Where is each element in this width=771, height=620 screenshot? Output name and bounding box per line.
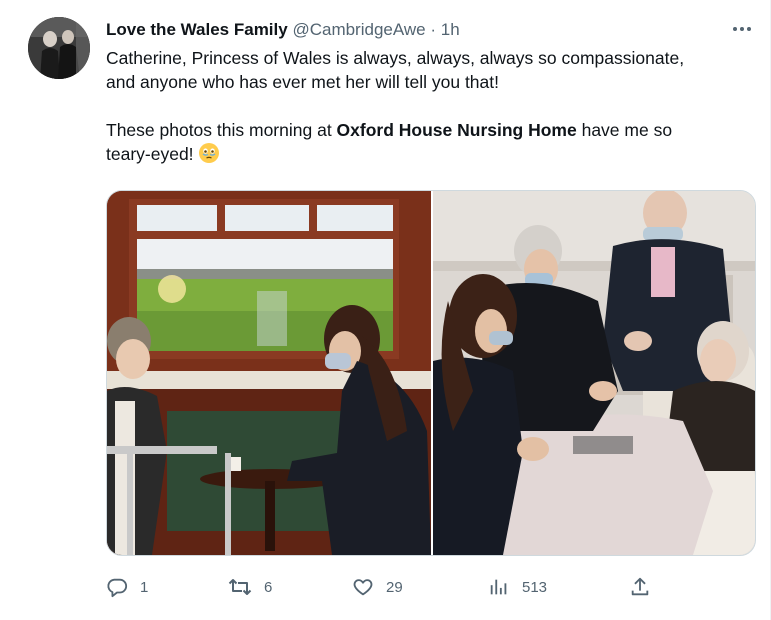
retweet-count: 6 (264, 578, 273, 596)
tweet-text: Catherine, Princess of Wales is always, … (106, 46, 766, 170)
share-button[interactable] (629, 574, 651, 600)
photo-1-image (107, 191, 431, 555)
location-name: Oxford House Nursing Home (336, 120, 577, 140)
share-upload-icon (631, 577, 649, 596)
tweet-header: Love the Wales Family @CambridgeAwe · 1h (106, 20, 460, 40)
text-segment: have me so (576, 120, 673, 140)
retweet-button[interactable]: 6 (228, 574, 272, 600)
avatar[interactable] (28, 17, 90, 79)
reply-button[interactable]: 1 (106, 574, 148, 600)
photo-2[interactable] (433, 191, 755, 555)
tweet[interactable]: Love the Wales Family @CambridgeAwe · 1h… (0, 0, 771, 620)
photo-1[interactable] (107, 191, 431, 555)
views-bar-chart-icon (490, 579, 507, 595)
heart-icon (353, 579, 373, 596)
timestamp[interactable]: 1h (441, 20, 460, 39)
separator-dot: · (430, 20, 437, 39)
tweet-text-paragraph-2: These photos this morning at Oxford Hous… (106, 118, 766, 142)
text-segment: These photos this morning at (106, 120, 337, 140)
tweet-text-paragraph-2-line-2: teary-eyed! (106, 142, 766, 170)
like-count: 29 (386, 578, 403, 596)
photo-2-image (433, 191, 755, 555)
handle[interactable]: @CambridgeAwe (292, 20, 425, 39)
views-button[interactable]: 513 (488, 574, 547, 600)
tweet-text-line-1: Catherine, Princess of Wales is always, … (106, 48, 685, 68)
avatar-image (28, 17, 90, 79)
text-segment: teary-eyed! (106, 144, 194, 164)
face-holding-back-tears-emoji (198, 142, 220, 170)
views-count: 513 (522, 578, 548, 596)
media-grid (106, 190, 756, 556)
more-dots-icon[interactable] (730, 22, 754, 34)
reply-bubble-icon (107, 578, 128, 598)
display-name[interactable]: Love the Wales Family (106, 20, 288, 39)
tweet-actions: 1 6 29 513 (0, 574, 771, 600)
tweet-text-line-2: and anyone who has ever met her will tel… (106, 72, 499, 92)
reply-count: 1 (140, 578, 149, 596)
retweet-icon (228, 579, 252, 595)
like-button[interactable]: 29 (352, 574, 403, 600)
